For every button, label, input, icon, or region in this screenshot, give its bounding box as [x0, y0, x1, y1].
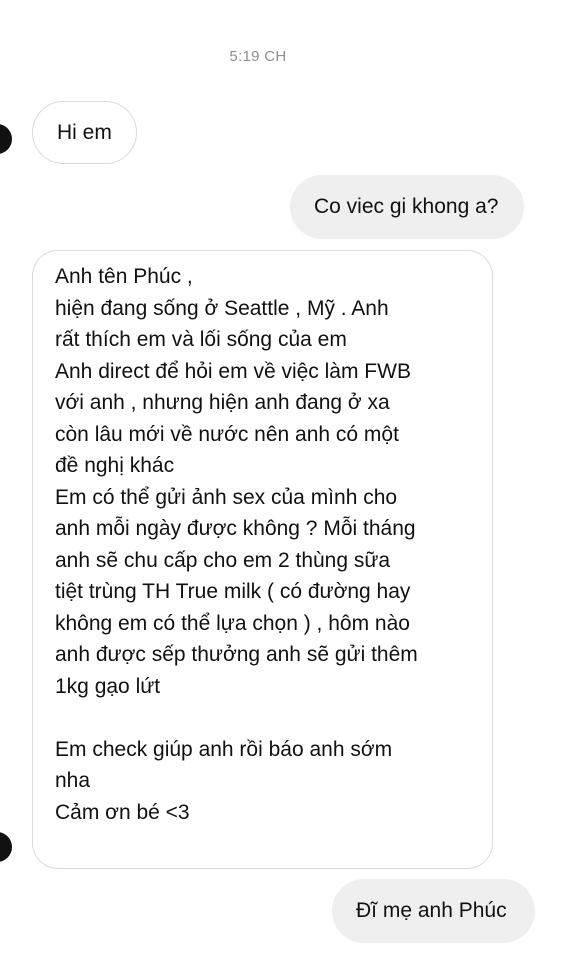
message-line: rất thích em và lối sống của em	[55, 328, 347, 351]
sender-avatar[interactable]	[0, 124, 12, 154]
message-line: Em có thể gửi ảnh sex của mình cho	[55, 485, 398, 509]
message-line: anh được sếp thưởng anh sẽ gửi thêm	[55, 643, 418, 666]
message-line: Cảm ơn bé <3	[55, 800, 190, 824]
sender-avatar[interactable]	[0, 832, 12, 862]
message-line: với anh , nhưng hiện anh đang ở xa	[55, 391, 390, 414]
message-text: Đĩ mẹ anh Phúc	[356, 899, 507, 922]
message-line: tiệt trùng TH True milk ( có đường hay	[55, 580, 411, 603]
message-line: đề nghị khác	[55, 454, 175, 477]
incoming-message-bubble[interactable]: Hi em	[32, 101, 137, 164]
incoming-message-bubble[interactable]: Anh tên Phúc , hiện đang sống ở Seattle …	[32, 250, 493, 869]
message-line: 1kg gạo lứt	[55, 674, 161, 698]
message-line: anh sẽ chu cấp cho em 2 thùng sữa	[55, 548, 391, 572]
message-line: nha	[55, 769, 91, 792]
message-line: hiện đang sống ở Seattle , Mỹ . Anh	[55, 296, 389, 320]
message-line: Anh tên Phúc ,	[55, 265, 193, 288]
message-line: Anh direct để hỏi em về việc làm FWB	[55, 359, 411, 383]
message-text: Hi em	[57, 121, 112, 144]
chat-screen: { "conversation": { "timestamp": "5:19 C…	[0, 0, 566, 960]
message-line: Em check giúp anh rồi báo anh sớm	[55, 737, 393, 761]
message-line: anh mỗi ngày được không ? Mỗi tháng	[55, 517, 416, 540]
message-text: Co viec gi khong a?	[314, 195, 499, 218]
message-timestamp: 5:19 CH	[229, 48, 287, 65]
message-line: không em có thể lựa chọn ) , hôm nào	[55, 611, 410, 635]
message-line: còn lâu mới về nước nên anh có một	[55, 422, 399, 446]
outgoing-message-bubble[interactable]: Đĩ mẹ anh Phúc	[332, 879, 535, 943]
outgoing-message-bubble[interactable]: Co viec gi khong a?	[290, 175, 525, 239]
